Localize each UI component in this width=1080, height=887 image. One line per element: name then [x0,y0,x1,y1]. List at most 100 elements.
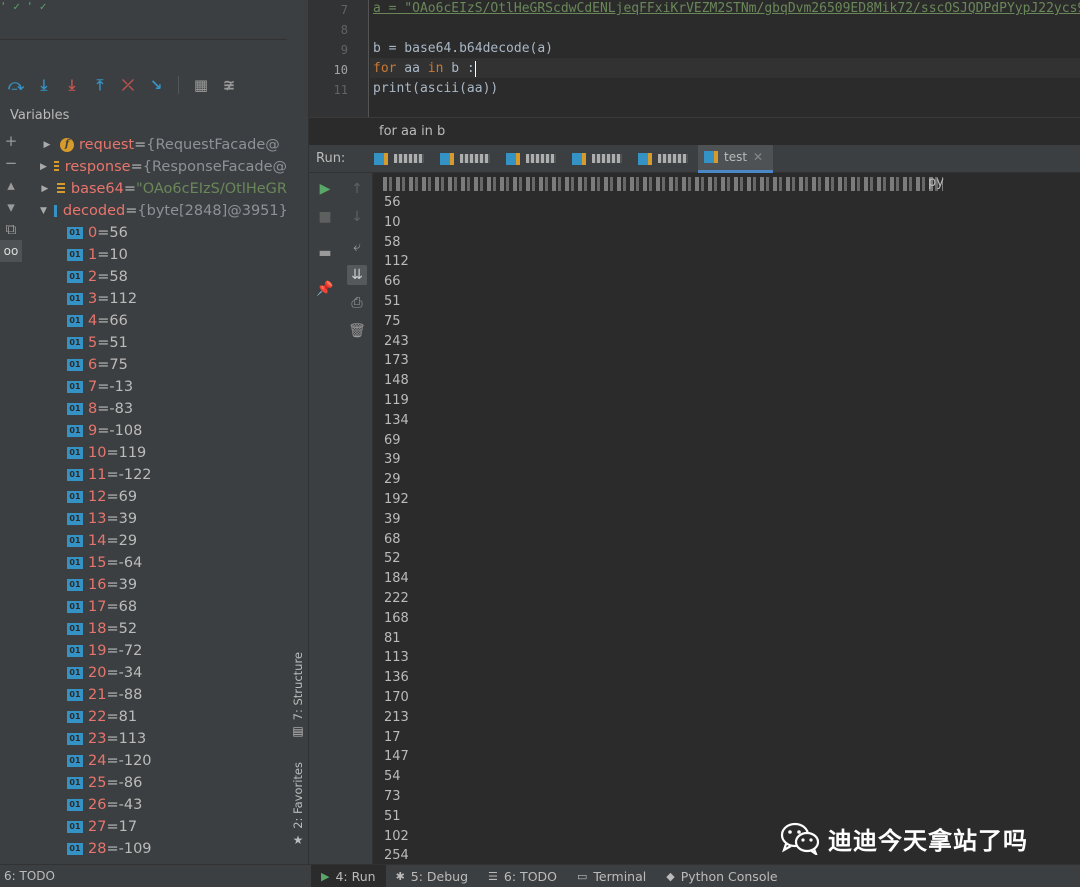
tab-run[interactable]: ▶ 4: Run [311,864,386,887]
array-element-row[interactable]: 01 3 = 112 [26,288,287,310]
variable-row-response[interactable]: ▶ response = {ResponseFacade@ [26,156,287,178]
trash-icon[interactable]: 🗑 [347,321,367,341]
array-element-row[interactable]: 01 15 = -64 [26,552,287,574]
array-element-row[interactable]: 01 2 = 58 [26,266,287,288]
equals-sign: = [97,423,110,439]
step-over-icon[interactable]: ⤼ [6,75,26,95]
console-output[interactable]: py 56 10 58 112 66 51 75 243 173 148 119 134 69 39 29 1… [373,173,1080,864]
rerun-icon[interactable]: ▶ [315,179,335,199]
output-line: 243 [384,333,409,349]
element-value: -86 [118,775,143,791]
run-tab[interactable] [500,145,566,173]
stop-icon[interactable]: ■ [315,207,335,227]
element-index: 6 [88,357,98,373]
tab-debug[interactable]: ✱ 5: Debug [386,865,478,887]
run-tab[interactable] [368,145,434,173]
array-element-row[interactable]: 01 7 = -13 [26,376,287,398]
evaluate-expression-icon[interactable]: ▦ [191,75,211,95]
array-element-row[interactable]: 01 13 = 39 [26,508,287,530]
array-element-row[interactable]: 01 14 = 29 [26,530,287,552]
array-element-row[interactable]: 01 26 = -43 [26,794,287,816]
move-up-icon[interactable]: ▴ [0,174,22,196]
array-element-row[interactable]: 01 25 = -86 [26,772,287,794]
array-element-row[interactable]: 01 19 = -72 [26,640,287,662]
output-line: 134 [384,412,409,428]
force-step-into-icon[interactable]: ⤓ [62,75,82,95]
run-tab-test[interactable]: test ✕ [698,144,774,173]
element-value: -83 [109,401,134,417]
chevron-right-icon[interactable]: ▶ [40,162,47,172]
output-line: 254 [384,848,409,864]
output-line: 184 [384,571,409,587]
step-into-icon[interactable]: ⤓ [34,75,54,95]
array-element-row[interactable]: 01 12 = 69 [26,486,287,508]
array-element-row[interactable]: 01 21 = -88 [26,684,287,706]
arrow-down-icon[interactable]: ↓ [347,207,367,227]
array-element-row[interactable]: 01 28 = -109 [26,838,287,860]
array-element-row[interactable]: 01 4 = 66 [26,310,287,332]
array-element-row[interactable]: 01 6 = 75 [26,354,287,376]
favorites-tab[interactable]: 2: Favorites ★ [289,762,307,847]
python-file-icon [638,152,652,165]
run-tab[interactable] [632,145,698,173]
equals-sign: = [106,555,119,571]
tab-python-console[interactable]: ◆ Python Console [656,865,787,887]
arrow-up-icon[interactable]: ↑ [347,179,367,199]
array-element-row[interactable]: 01 27 = 17 [26,816,287,838]
byte-type-icon: 01 [67,777,83,789]
tab-todo[interactable]: ☰ 6: TODO [478,865,567,887]
element-index: 28 [88,841,107,857]
run-tab[interactable] [434,145,500,173]
array-element-row[interactable]: 01 8 = -83 [26,398,287,420]
breadcrumb[interactable]: for aa in b [309,117,1080,145]
output-line: 213 [384,709,409,725]
chevron-down-icon[interactable]: ▼ [40,206,47,216]
pin-icon[interactable]: 📌 [315,279,335,299]
array-element-row[interactable]: 01 5 = 51 [26,332,287,354]
byte-type-icon: 01 [67,359,83,371]
remove-watch-icon[interactable]: − [0,152,22,174]
array-element-row[interactable]: 01 20 = -34 [26,662,287,684]
move-down-icon[interactable]: ▾ [0,196,22,218]
layout-icon[interactable]: ▬ [315,243,335,263]
print-icon[interactable]: ⎙ [347,293,367,313]
array-element-row[interactable]: 01 22 = 81 [26,706,287,728]
chevron-right-icon[interactable]: ▶ [40,140,54,150]
soft-wrap-icon[interactable]: ⤶ [347,237,367,257]
element-value: 52 [118,621,138,637]
run-tab[interactable] [566,145,632,173]
array-element-row[interactable]: 01 23 = 113 [26,728,287,750]
array-element-row[interactable]: 01 0 = 56 [26,222,287,244]
array-element-row[interactable]: 01 18 = 52 [26,618,287,640]
tab-terminal[interactable]: ▭ Terminal [567,865,656,887]
copy-icon[interactable]: ⧉ [0,218,22,240]
element-value: 56 [109,225,128,241]
array-element-row[interactable]: 01 9 = -108 [26,420,287,442]
variable-value: "OAo6cEIzS/OtlHeGR [136,181,287,197]
structure-tab[interactable]: 7: Structure ▤ [289,652,307,738]
run-to-cursor-icon[interactable]: ↘ [146,75,166,95]
variable-row-decoded[interactable]: ▼ decoded = {byte[2848]@3951} [26,200,287,222]
array-element-row[interactable]: 01 10 = 119 [26,442,287,464]
code-editor[interactable]: 7 8 9 10 11 a = "OAo6cEIzS/OtlHeGRScdwCd… [309,0,1080,117]
array-element-row[interactable]: 01 11 = -122 [26,464,287,486]
array-element-row[interactable]: 01 1 = 10 [26,244,287,266]
element-index: 2 [88,269,98,285]
todo-tab-left[interactable]: 6: TODO [4,869,55,883]
close-icon[interactable]: ✕ [753,150,763,164]
chevron-right-icon[interactable]: ▶ [40,184,50,194]
trace-icon[interactable]: ≆ [219,75,239,95]
variable-row-base64[interactable]: ▶ base64 = "OAo6cEIzS/OtlHeGR [26,178,287,200]
drop-frame-icon[interactable]: ⤫ [118,75,138,95]
step-out-icon[interactable]: ⤒ [90,75,110,95]
glasses-icon[interactable]: oo [0,240,22,262]
array-element-row[interactable]: 01 24 = -120 [26,750,287,772]
scroll-to-end-icon[interactable]: ⇊ [347,265,367,285]
add-watch-icon[interactable]: + [0,130,22,152]
array-element-row[interactable]: 01 17 = 68 [26,596,287,618]
run-tab-label: test [724,150,748,164]
byte-type-icon: 01 [67,271,83,283]
array-element-row[interactable]: 01 16 = 39 [26,574,287,596]
variable-row-request[interactable]: ▶ f request = {RequestFacade@ [26,134,287,156]
output-line: 102 [384,828,409,844]
